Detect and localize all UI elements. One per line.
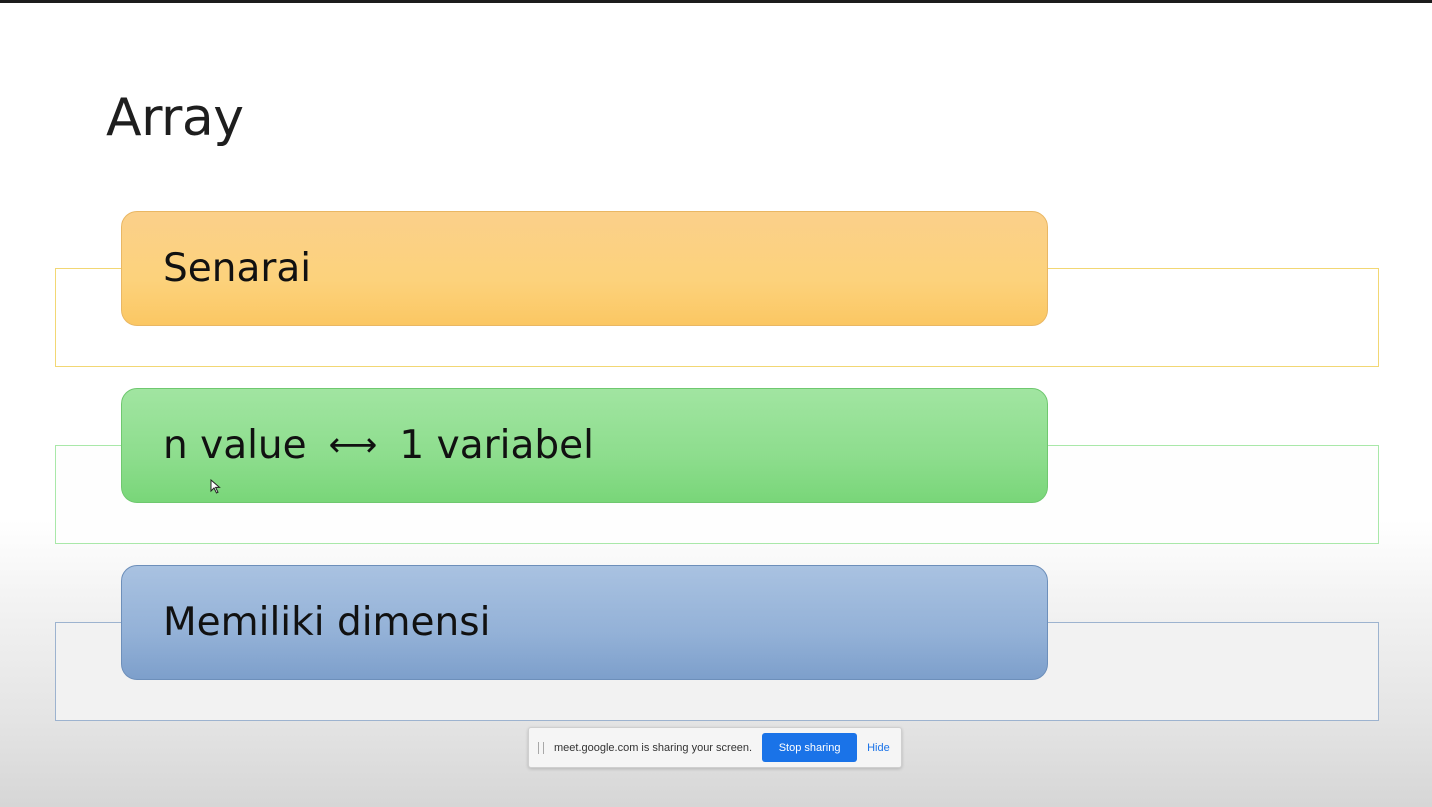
- list-item-label-left: n value: [163, 423, 307, 468]
- screen-share-bar: meet.google.com is sharing your screen. …: [528, 727, 902, 768]
- list-item-label: Memiliki dimensi: [163, 600, 491, 645]
- share-message: meet.google.com is sharing your screen.: [554, 741, 753, 754]
- mouse-cursor-icon: [210, 479, 221, 494]
- double-arrow-icon: ⟷: [328, 424, 378, 465]
- list-item-memiliki-dimensi: Memiliki dimensi: [121, 565, 1048, 680]
- hide-button[interactable]: Hide: [867, 742, 890, 754]
- list-item-senarai: Senarai: [121, 211, 1048, 326]
- stop-sharing-button[interactable]: Stop sharing: [762, 733, 858, 762]
- list-item-n-value: n value ⟷ 1 variabel: [121, 388, 1048, 503]
- list-item-label: Senarai: [163, 246, 312, 291]
- slide-title: Array: [106, 88, 244, 148]
- list-item-label-right: 1 variabel: [399, 423, 594, 468]
- drag-handle-icon[interactable]: [538, 741, 544, 754]
- top-border: [0, 0, 1432, 3]
